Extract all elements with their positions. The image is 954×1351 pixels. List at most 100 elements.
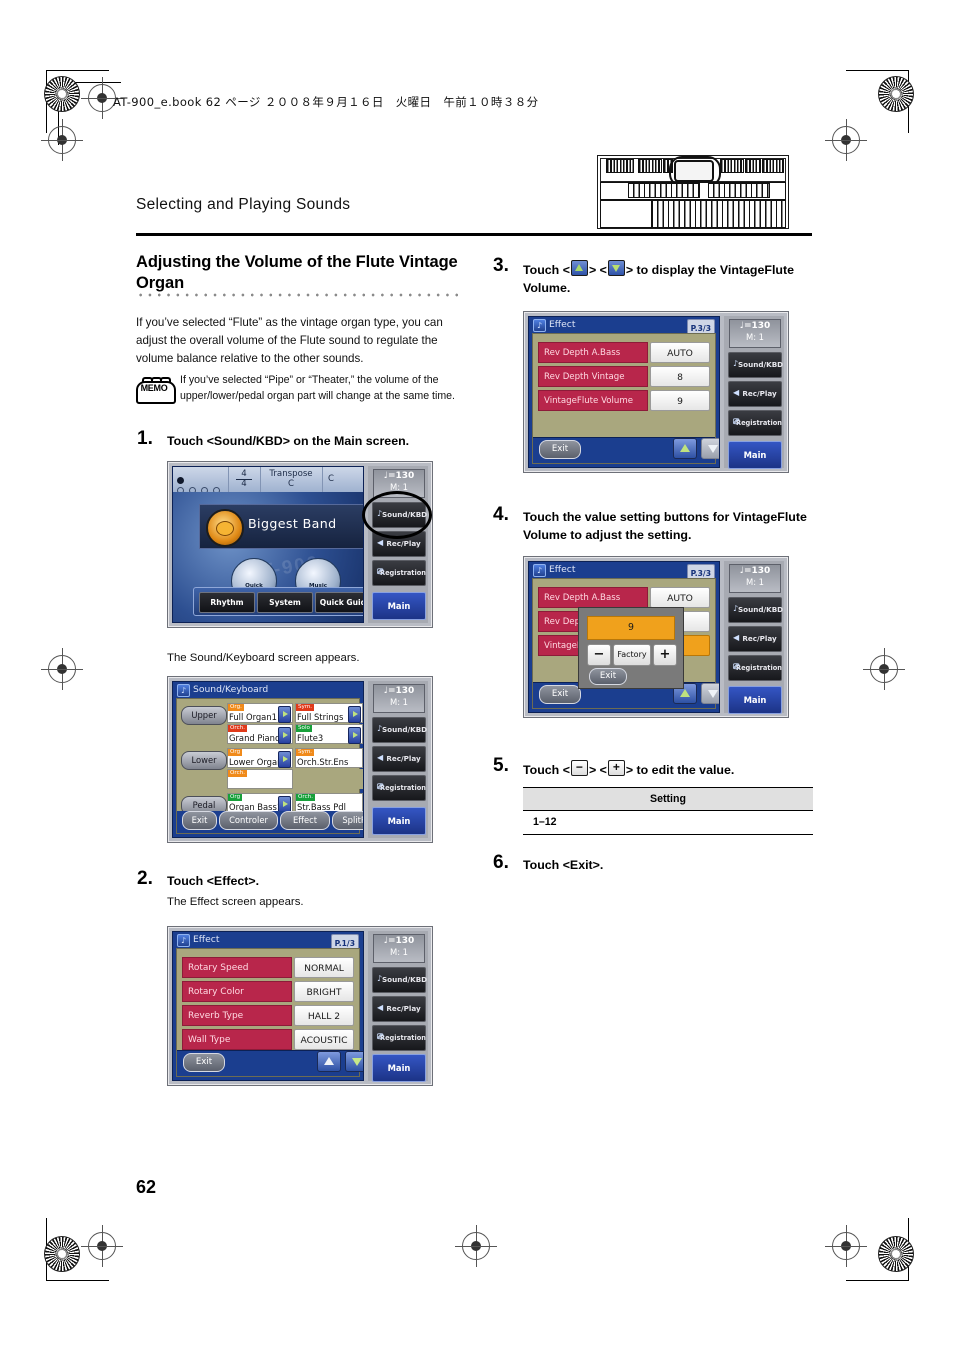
minus-button[interactable]: − (587, 644, 611, 666)
row-label: Rotary Color (182, 981, 292, 1002)
effect-popup-body: Rev Depth A.Bass AUTO Rev Depth Vintage … (532, 578, 719, 709)
rhythm-button[interactable]: Rhythm (199, 592, 255, 613)
note-icon: ♪ (377, 724, 383, 733)
memo-icon-label: MEMO (140, 383, 168, 393)
exit-button[interactable]: Exit (182, 811, 217, 830)
key-segment[interactable]: C (322, 467, 363, 492)
splitpoint-button[interactable]: SplitPoint (332, 811, 363, 830)
page-up-button[interactable] (317, 1051, 341, 1072)
tone-cell-empty (295, 769, 363, 789)
sidebar-item-registration[interactable]: ⎚ Registration (372, 560, 426, 586)
step-2-text: Touch <Effect>. (167, 874, 260, 888)
sidebar-item-sound-kbd[interactable]: ♪ Sound/KBD (372, 717, 427, 743)
main-screen-status-bar: 4 4 Transpose C C (173, 467, 363, 494)
chevron-right-icon[interactable] (278, 751, 291, 768)
tone-cell[interactable]: Sym. Full Strings (295, 703, 363, 723)
exit-button[interactable]: Exit (539, 440, 581, 459)
table-row: Wall Type ACOUSTIC TILE (182, 1029, 354, 1067)
tone-cell[interactable]: Sym. Orch.Str.Ens (295, 748, 363, 768)
tone-cell[interactable]: Orch. Str.Bass Pdl (295, 793, 363, 813)
tempo-value: ♩=130 (383, 471, 415, 481)
plus-button[interactable]: + (653, 644, 677, 666)
sound-keyboard-side-bar: ♩=130 M: 1 ♪ Sound/KBD ◀ Rec/Play ⎚ Regi… (368, 681, 428, 838)
color-rosette-top-right (878, 76, 914, 112)
plus-keycap[interactable]: + (607, 760, 625, 776)
page-down-button (701, 438, 719, 459)
setting-table-value: 1–12 (523, 811, 813, 835)
effect-p1-titlebar: ♪ Effect P.1/3 (173, 932, 363, 953)
exit-button[interactable]: Exit (539, 685, 581, 704)
speaker-icon: ◀ (377, 538, 384, 547)
tone-cell[interactable]: Org Lower Organ1 (227, 748, 293, 768)
system-button[interactable]: System (257, 592, 313, 613)
tempo-value: ♩=130 (739, 566, 771, 576)
sidebar-item-registration[interactable]: ⎚ Registration (372, 1025, 426, 1051)
sidebar-item-rec-play[interactable]: ◀ Rec/Play (728, 381, 782, 407)
table-row: Rotary Speed NORMAL (182, 957, 354, 978)
down-arrow-keycap[interactable] (607, 260, 625, 276)
row-value[interactable]: ACOUSTIC TILE (294, 1029, 354, 1067)
note-icon: ♪ (377, 974, 383, 983)
part-button-lower[interactable]: Lower (181, 751, 227, 770)
sound-keyboard-panel: ♪ Sound/Keyboard Upper Lower Pedal Org. … (172, 681, 364, 838)
tone-cell[interactable]: Solo Flute3 (295, 724, 363, 744)
row-value[interactable]: NORMAL (294, 957, 354, 978)
sidebar-item-rec-play[interactable]: ◀ Rec/Play (372, 996, 426, 1022)
tempo-display: ♩=130 M: 1 (729, 564, 781, 593)
sidebar-item-sound-kbd[interactable]: ♪ Sound/KBD (728, 597, 783, 623)
song-name-bar[interactable]: Biggest Band (199, 504, 363, 549)
sidebar-item-sound-kbd[interactable]: ♪ Sound/KBD (372, 967, 427, 993)
effect-p1-panel: ♪ Effect P.1/3 Rotary Speed NORMAL Rotar… (172, 931, 364, 1081)
popup-value: 9 (587, 616, 675, 640)
chevron-right-icon[interactable] (278, 706, 291, 723)
value-edit-popup: 9 − Factory + Exit (578, 607, 684, 689)
row-label: Wall Type (182, 1029, 292, 1050)
row-value[interactable]: 8 (650, 366, 710, 387)
step-6-number: 6. (493, 852, 509, 873)
main-button[interactable]: Main (372, 592, 426, 620)
speaker-icon: ◀ (733, 388, 740, 397)
row-value[interactable]: AUTO (650, 587, 710, 608)
main-button[interactable]: Main (372, 807, 426, 835)
tone-cell[interactable]: Orch. (227, 769, 293, 789)
row-value[interactable]: 9 (650, 390, 710, 411)
quick-guide-button[interactable]: Quick Guide (315, 592, 363, 613)
chevron-right-icon[interactable] (278, 727, 291, 744)
main-button[interactable]: Main (728, 686, 782, 714)
measure-value: M: 1 (389, 697, 409, 707)
main-screen-stage: AT-900 Biggest Band Quick Registration M… (173, 492, 363, 622)
popup-exit-button[interactable]: Exit (589, 668, 627, 685)
row-label: Rev Depth Vintage (538, 366, 648, 387)
main-button[interactable]: Main (728, 441, 782, 469)
sidebar-item-rec-play[interactable]: ◀ Rec/Play (728, 626, 782, 652)
minus-keycap[interactable]: − (570, 760, 588, 776)
effect-button[interactable]: Effect (280, 811, 330, 830)
sidebar-item-registration[interactable]: ⎚ Registration (728, 655, 782, 681)
tone-cell[interactable]: Org. Full Organ1 (227, 703, 293, 723)
exit-button[interactable]: Exit (183, 1053, 225, 1072)
controler-button[interactable]: Controler (219, 811, 278, 830)
setting-table-header: Setting (523, 788, 813, 811)
row-value[interactable]: BRIGHT (294, 981, 354, 1002)
sidebar-item-sound-kbd[interactable]: ♪ Sound/KBD (728, 352, 783, 378)
row-label: VintageFlute Volume (538, 390, 648, 411)
sidebar-item-registration[interactable]: ⎚ Registration (728, 410, 782, 436)
table-row: Reverb Type HALL 2 (182, 1005, 354, 1026)
chevron-right-icon[interactable] (348, 727, 361, 744)
tone-cell[interactable]: Orch. Grand Piano (227, 724, 293, 744)
part-button-upper[interactable]: Upper (181, 706, 227, 725)
sidebar-item-registration[interactable]: ⎚ Registration (372, 775, 426, 801)
page-down-button[interactable] (345, 1051, 363, 1072)
factory-button[interactable]: Factory (613, 644, 651, 666)
page-up-button[interactable] (673, 438, 697, 459)
tone-cell[interactable]: Org Organ Bass1 (227, 793, 293, 813)
transpose-segment[interactable]: Transpose C (260, 467, 323, 492)
row-value[interactable]: HALL 2 (294, 1005, 354, 1026)
up-arrow-keycap[interactable] (570, 260, 588, 276)
main-button[interactable]: Main (372, 1054, 426, 1082)
row-value[interactable]: AUTO (650, 342, 710, 363)
memo-icon: MEMO (136, 377, 176, 404)
sidebar-item-rec-play[interactable]: ◀ Rec/Play (372, 746, 426, 772)
chevron-right-icon[interactable] (348, 706, 361, 723)
registration-mark-left-middle (41, 648, 83, 690)
